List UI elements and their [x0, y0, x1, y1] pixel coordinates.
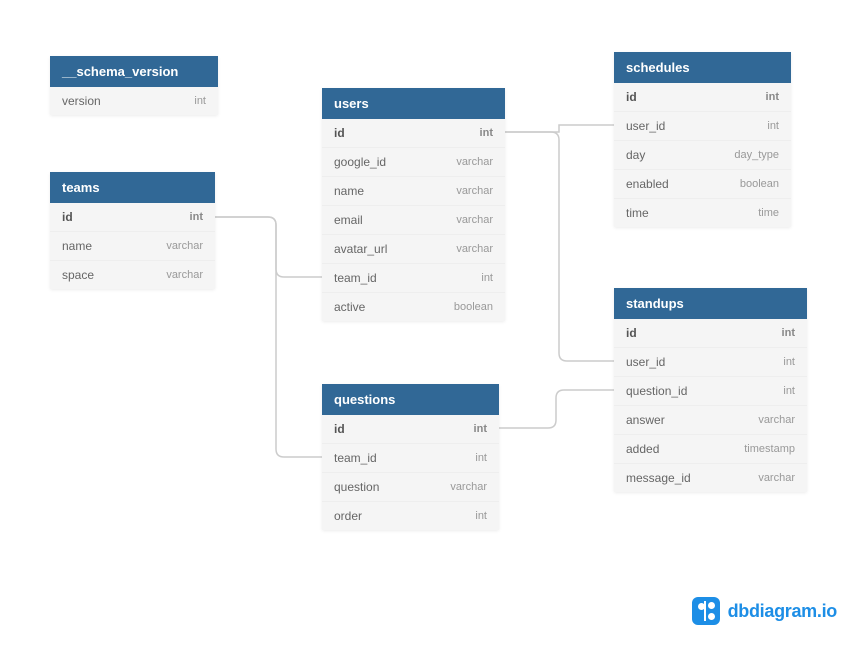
column-name: id	[626, 326, 637, 340]
column-name: user_id	[626, 119, 665, 133]
column-name: team_id	[334, 451, 377, 465]
column-name: space	[62, 268, 94, 282]
column-row[interactable]: space varchar	[50, 260, 215, 289]
column-row[interactable]: id int	[322, 119, 505, 147]
column-type: varchar	[758, 472, 795, 484]
brand-logo: dbdiagram.io	[692, 597, 837, 625]
column-type: int	[475, 452, 487, 464]
column-type: boolean	[454, 301, 493, 313]
column-name: version	[62, 94, 101, 108]
table-header[interactable]: standups	[614, 288, 807, 319]
column-type: int	[767, 120, 779, 132]
column-type: int	[190, 211, 203, 223]
connector-line	[505, 132, 614, 361]
column-type: varchar	[456, 185, 493, 197]
column-type: varchar	[166, 269, 203, 281]
column-name: email	[334, 213, 363, 227]
column-name: day	[626, 148, 645, 162]
diagram-canvas[interactable]: __schema_versionversion int teams id int name…	[0, 0, 857, 645]
column-type: varchar	[456, 156, 493, 168]
column-type: int	[480, 127, 493, 139]
brand-text: dbdiagram.io	[728, 601, 837, 622]
column-row[interactable]: added timestamp	[614, 434, 807, 463]
column-row[interactable]: user_id int	[614, 111, 791, 140]
column-type: int	[481, 272, 493, 284]
column-name: user_id	[626, 355, 665, 369]
column-row[interactable]: question_id int	[614, 376, 807, 405]
column-type: varchar	[450, 481, 487, 493]
column-row[interactable]: id int	[614, 83, 791, 111]
column-row[interactable]: day day_type	[614, 140, 791, 169]
column-type: varchar	[758, 414, 795, 426]
table-schema_version[interactable]: __schema_versionversion int	[50, 56, 218, 115]
column-name: order	[334, 509, 362, 523]
table-header[interactable]: questions	[322, 384, 499, 415]
column-type: boolean	[740, 178, 779, 190]
table-questions[interactable]: questionsidintteam_idintquestionvarcharo…	[322, 384, 499, 530]
table-schedules[interactable]: schedules id int user_id int day day_typeenabl…	[614, 52, 791, 227]
column-row[interactable]: id int	[614, 319, 807, 347]
column-row[interactable]: answer varchar	[614, 405, 807, 434]
column-name: message_id	[626, 471, 691, 485]
column-type: varchar	[166, 240, 203, 252]
column-row[interactable]: order int	[322, 501, 499, 530]
table-header[interactable]: __schema_version	[50, 56, 218, 87]
connector-line	[499, 390, 614, 428]
column-name: name	[62, 239, 92, 253]
column-name: id	[626, 90, 637, 104]
column-name: google_id	[334, 155, 386, 169]
column-row[interactable]: avatar_url varchar	[322, 234, 505, 263]
column-name: question	[334, 480, 379, 494]
column-row[interactable]: user_id int	[614, 347, 807, 376]
column-row[interactable]: name varchar	[50, 231, 215, 260]
table-teams[interactable]: teams id int name varchar space varchar	[50, 172, 215, 289]
brand-icon	[692, 597, 720, 625]
column-row[interactable]: name varchar	[322, 176, 505, 205]
column-type: varchar	[456, 214, 493, 226]
column-row[interactable]: time time	[614, 198, 791, 227]
table-header[interactable]: teams	[50, 172, 215, 203]
column-name: time	[626, 206, 649, 220]
column-type: varchar	[456, 243, 493, 255]
column-row[interactable]: google_id varchar	[322, 147, 505, 176]
connector-line	[505, 125, 614, 132]
table-header[interactable]: schedules	[614, 52, 791, 83]
column-type: int	[474, 423, 487, 435]
table-standups[interactable]: standupsidintuser_idintquestion_idintans…	[614, 288, 807, 492]
column-name: team_id	[334, 271, 377, 285]
column-row[interactable]: enabled boolean	[614, 169, 791, 198]
column-type: int	[782, 327, 795, 339]
column-type: time	[758, 207, 779, 219]
column-name: id	[62, 210, 73, 224]
column-type: timestamp	[744, 443, 795, 455]
connector-line	[215, 217, 322, 457]
column-name: question_id	[626, 384, 687, 398]
column-name: active	[334, 300, 365, 314]
column-type: int	[475, 510, 487, 522]
column-name: enabled	[626, 177, 669, 191]
column-row[interactable]: active boolean	[322, 292, 505, 321]
column-row[interactable]: message_id varchar	[614, 463, 807, 492]
column-row[interactable]: id int	[50, 203, 215, 231]
column-type: int	[194, 95, 206, 107]
column-type: int	[766, 91, 779, 103]
column-row[interactable]: id int	[322, 415, 499, 443]
column-row[interactable]: question varchar	[322, 472, 499, 501]
column-row[interactable]: team_id int	[322, 443, 499, 472]
column-name: name	[334, 184, 364, 198]
table-users[interactable]: usersidintgoogle_idvarcharnamevarcharema…	[322, 88, 505, 321]
column-name: added	[626, 442, 659, 456]
table-header[interactable]: users	[322, 88, 505, 119]
column-name: avatar_url	[334, 242, 387, 256]
column-type: int	[783, 385, 795, 397]
column-row[interactable]: team_id int	[322, 263, 505, 292]
column-name: id	[334, 126, 345, 140]
connector-line	[215, 217, 322, 277]
column-row[interactable]: email varchar	[322, 205, 505, 234]
column-type: day_type	[734, 149, 779, 161]
column-type: int	[783, 356, 795, 368]
column-row[interactable]: version int	[50, 87, 218, 115]
column-name: id	[334, 422, 345, 436]
column-name: answer	[626, 413, 665, 427]
